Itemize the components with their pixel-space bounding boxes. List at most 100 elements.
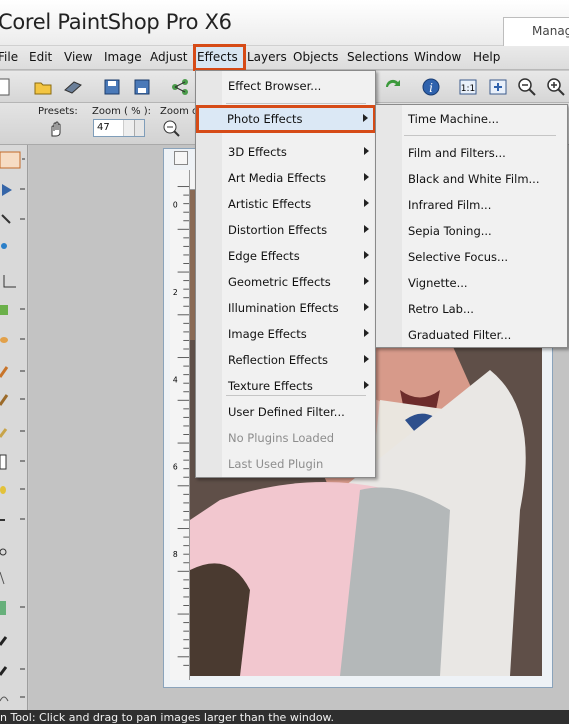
- black-and-white-film-item[interactable]: Black and White Film...: [377, 167, 567, 191]
- art-media-effects-item[interactable]: Art Media Effects: [197, 167, 375, 189]
- zoom-dropdown-button[interactable]: [134, 120, 144, 136]
- menu-separator: [226, 395, 366, 396]
- fit-window-icon[interactable]: [488, 77, 508, 97]
- photo-effects-submenu: Time Machine... Film and Filters... Blac…: [375, 104, 568, 348]
- paintshop-window: Corel PaintShop Pro X6 Manag File Edit V…: [0, 0, 569, 724]
- zoom-value: 47: [97, 122, 110, 133]
- mesh-warp-tool-icon[interactable]: [0, 543, 26, 561]
- infrared-film-item[interactable]: Infrared Film...: [377, 193, 567, 217]
- distortion-effects-item[interactable]: Distortion Effects: [197, 219, 375, 241]
- submenu-arrow-icon: [363, 114, 368, 122]
- share-icon[interactable]: [170, 77, 190, 97]
- menu-file[interactable]: File: [0, 50, 18, 64]
- info-icon[interactable]: i: [421, 77, 441, 97]
- vertical-ruler: 0 2 4 6 8: [170, 170, 190, 680]
- user-defined-filter-item[interactable]: User Defined Filter...: [197, 401, 375, 423]
- preset-shape-tool-icon[interactable]: [0, 569, 26, 587]
- menu-help[interactable]: Help: [473, 50, 500, 64]
- ruler-label-4: 4: [173, 375, 178, 384]
- image-effects-item[interactable]: Image Effects: [197, 323, 375, 345]
- new-document-icon[interactable]: [0, 77, 14, 97]
- scanner-icon[interactable]: [63, 77, 83, 97]
- rectangle-tool-icon[interactable]: [0, 599, 26, 617]
- camera-icon: [174, 151, 188, 165]
- graduated-filter-item[interactable]: Graduated Filter...: [377, 323, 567, 347]
- retro-lab-item[interactable]: Retro Lab...: [377, 297, 567, 321]
- pan-tool-icon[interactable]: [0, 151, 26, 169]
- straighten-tool-icon[interactable]: [0, 301, 26, 319]
- film-and-filters-item[interactable]: Film and Filters...: [377, 141, 567, 165]
- zoom-spinner[interactable]: [123, 120, 134, 136]
- redeye-tool-icon[interactable]: [0, 331, 26, 349]
- texture-effects-item[interactable]: Texture Effects: [197, 375, 375, 397]
- zoom-out-icon[interactable]: [517, 77, 537, 97]
- menu-edit[interactable]: Edit: [29, 50, 52, 64]
- draw-tool-icon[interactable]: [0, 661, 26, 679]
- submenu-arrow-icon: [364, 147, 369, 155]
- pick-tool-icon[interactable]: [0, 181, 26, 199]
- reflection-effects-item[interactable]: Reflection Effects: [197, 349, 375, 371]
- svg-text:i: i: [429, 81, 433, 95]
- illumination-effects-item[interactable]: Illumination Effects: [197, 297, 375, 319]
- pen-tool-icon[interactable]: [0, 631, 26, 649]
- retouch-tool-icon[interactable]: [0, 481, 26, 499]
- geometric-effects-item[interactable]: Geometric Effects: [197, 271, 375, 293]
- dropper-tool-icon[interactable]: [0, 237, 26, 255]
- vignette-item[interactable]: Vignette...: [377, 271, 567, 295]
- zoom-label: Zoom ( % ):: [92, 106, 152, 117]
- app-title: Corel PaintShop Pro X6: [0, 10, 232, 34]
- refresh-icon[interactable]: [383, 77, 403, 97]
- save-as-icon[interactable]: [132, 77, 152, 97]
- time-machine-item[interactable]: Time Machine...: [377, 107, 567, 131]
- ruler-label-0: 0: [173, 200, 178, 209]
- submenu-arrow-icon: [364, 381, 369, 389]
- zoom-in-icon[interactable]: [546, 77, 566, 97]
- menu-objects[interactable]: Objects: [293, 50, 338, 64]
- save-icon[interactable]: [102, 77, 122, 97]
- selection-tool-icon[interactable]: [0, 211, 26, 229]
- actual-size-icon[interactable]: 1:1: [458, 77, 478, 97]
- last-used-plugin-item: Last Used Plugin: [228, 457, 324, 471]
- effect-browser-item[interactable]: Effect Browser...: [197, 75, 375, 97]
- edge-effects-item[interactable]: Edge Effects: [197, 245, 375, 267]
- open-folder-icon[interactable]: [33, 77, 53, 97]
- ruler-label-2: 2: [173, 288, 178, 297]
- menu-view[interactable]: View: [64, 50, 92, 64]
- fill-tool-icon[interactable]: [0, 423, 26, 441]
- menu-adjust[interactable]: Adjust: [150, 50, 188, 64]
- ruler-label-6: 6: [173, 463, 178, 472]
- zoom-out-small-icon[interactable]: [162, 119, 182, 139]
- menu-bar: File Edit View Image Adjust Layers Objec…: [0, 46, 569, 70]
- status-bar: n Tool: Click and drag to pan images lar…: [0, 710, 569, 724]
- menu-layers[interactable]: Layers: [247, 50, 287, 64]
- submenu-arrow-icon: [364, 225, 369, 233]
- brush-tool-icon[interactable]: [0, 363, 26, 381]
- tools-toolbar: [0, 145, 28, 710]
- submenu-arrow-icon: [364, 251, 369, 259]
- clone-tool-icon[interactable]: [0, 391, 26, 409]
- submenu-arrow-icon: [364, 355, 369, 363]
- tab-manage[interactable]: Manag: [503, 17, 569, 47]
- submenu-arrow-icon: [364, 173, 369, 181]
- 3d-effects-item[interactable]: 3D Effects: [197, 141, 375, 163]
- submenu-arrow-icon: [364, 303, 369, 311]
- menu-effects[interactable]: Effects: [197, 50, 238, 64]
- pan-hand-icon[interactable]: [46, 119, 66, 139]
- menu-separator: [226, 103, 366, 104]
- zoom-input[interactable]: 47: [93, 119, 145, 137]
- menu-image[interactable]: Image: [104, 50, 142, 64]
- crop-tool-icon[interactable]: [0, 273, 26, 291]
- menu-separator: [404, 135, 556, 136]
- menu-window[interactable]: Window: [414, 50, 461, 64]
- no-plugins-loaded-item: No Plugins Loaded: [228, 431, 335, 445]
- photo-effects-item[interactable]: Photo Effects: [196, 108, 374, 130]
- menu-selections[interactable]: Selections: [347, 50, 409, 64]
- selective-focus-item[interactable]: Selective Focus...: [377, 245, 567, 269]
- art-media-tool-icon[interactable]: [0, 689, 26, 707]
- sepia-toning-item[interactable]: Sepia Toning...: [377, 219, 567, 243]
- artistic-effects-item[interactable]: Artistic Effects: [197, 193, 375, 215]
- text-tool-icon[interactable]: [0, 511, 26, 529]
- color-swatch-icon[interactable]: [0, 453, 26, 471]
- submenu-arrow-icon: [364, 199, 369, 207]
- submenu-arrow-icon: [364, 277, 369, 285]
